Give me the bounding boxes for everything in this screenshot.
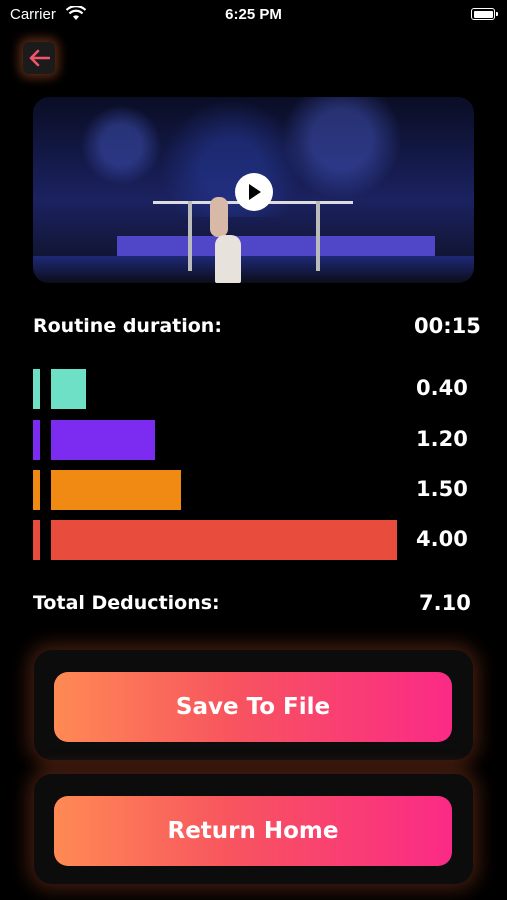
deduction-value: 1.20 xyxy=(416,427,468,451)
deduction-value: 1.50 xyxy=(416,477,468,501)
video-player[interactable] xyxy=(33,97,474,283)
deduction-bar xyxy=(51,520,397,560)
play-icon xyxy=(249,184,261,200)
deduction-marker xyxy=(33,470,40,510)
back-button[interactable] xyxy=(23,42,55,74)
routine-duration-value: 00:15 xyxy=(414,314,481,338)
deduction-value: 0.40 xyxy=(416,376,468,400)
video-gymnast xyxy=(210,197,228,237)
save-to-file-button[interactable]: Save To File xyxy=(54,672,452,742)
deduction-marker xyxy=(33,420,40,460)
deduction-bar xyxy=(51,420,155,460)
deduction-row: 0.40 xyxy=(33,369,473,409)
status-time: 6:25 PM xyxy=(225,6,282,23)
play-button[interactable] xyxy=(235,173,273,211)
deduction-row: 4.00 xyxy=(33,520,473,560)
deduction-bar xyxy=(51,369,86,409)
video-banner xyxy=(117,236,435,256)
routine-duration-label: Routine duration: xyxy=(33,315,222,337)
return-home-button[interactable]: Return Home xyxy=(54,796,452,866)
video-post-right xyxy=(316,201,320,271)
total-deductions-value: 7.10 xyxy=(419,591,471,615)
battery-icon xyxy=(471,8,498,20)
deduction-row: 1.50 xyxy=(33,470,473,510)
deduction-marker xyxy=(33,520,40,560)
video-post-left xyxy=(188,201,192,271)
deduction-marker xyxy=(33,369,40,409)
total-deductions-label: Total Deductions: xyxy=(33,592,220,614)
video-floor xyxy=(33,256,474,283)
return-home-button-container: Return Home xyxy=(34,774,473,884)
back-arrow-icon xyxy=(29,49,50,67)
video-spotter xyxy=(215,235,241,283)
save-button-container: Save To File xyxy=(34,650,473,760)
deduction-value: 4.00 xyxy=(416,527,468,551)
deduction-row: 1.20 xyxy=(33,420,473,460)
status-bar: Carrier 6:25 PM xyxy=(0,0,507,32)
deduction-bar xyxy=(51,470,181,510)
